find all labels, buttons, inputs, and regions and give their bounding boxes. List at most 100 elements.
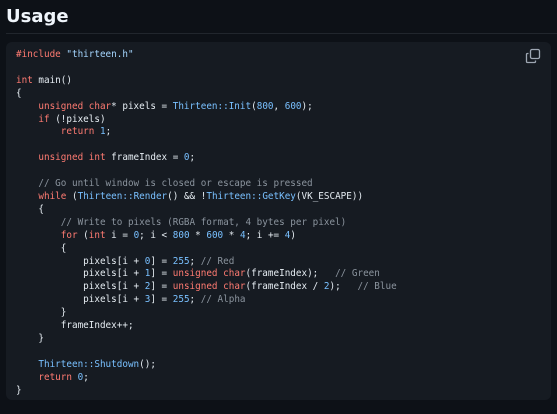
code-token: 600 — [206, 229, 224, 241]
copy-button[interactable] — [525, 48, 541, 64]
code-token: (VK_ESCAPE)) — [295, 190, 364, 202]
code-token: 800 — [172, 229, 190, 241]
code-token: frameIndex = — [111, 152, 184, 164]
code-token: int — [88, 229, 112, 241]
code-token: ; i < — [139, 229, 173, 241]
copy-icon — [525, 48, 541, 64]
code-line: return 1; — [16, 126, 111, 137]
code-token: // Go until window is closed or escape i… — [38, 178, 313, 190]
code-token: 255 — [172, 294, 190, 306]
code-token: frameIndex++; — [16, 320, 134, 332]
code-token: ; — [189, 152, 196, 164]
code-block: #include "thirteen.h" int main() { unsig… — [6, 42, 551, 400]
code-token: (frameIndex); — [245, 268, 336, 280]
code-line: { — [16, 88, 22, 99]
code-line: while (Thirteen::Render() && !Thirteen::… — [16, 191, 363, 202]
code-line: } — [16, 307, 67, 319]
code-token: Thirteen::Init — [172, 100, 252, 112]
code-token: * — [189, 229, 207, 241]
code-token: return — [60, 126, 100, 138]
section-title: Usage — [6, 6, 69, 27]
code-token: () && ! — [167, 190, 207, 202]
code-line: // Write to pixels (RGBA format, 4 bytes… — [16, 217, 346, 228]
code-line: pixels[i + 3] = 255; // Alpha — [16, 294, 246, 306]
code-token: ); — [329, 281, 358, 293]
code-token: ); — [301, 100, 313, 112]
code-token: pixels[i + — [16, 255, 145, 267]
code-token: unsigned — [172, 268, 224, 280]
code-token: ( — [66, 190, 78, 202]
code-token: char — [223, 268, 246, 280]
code-token: ] = — [150, 255, 173, 267]
code-token: for — [60, 229, 78, 241]
code-token: #include — [16, 49, 67, 60]
code-token: } — [16, 384, 22, 396]
code-token: Thirteen::Shutdown — [38, 358, 140, 370]
code-token: unsigned — [172, 281, 224, 293]
code-token: "thirteen.h" — [66, 49, 134, 60]
code-token: ) — [290, 229, 296, 241]
code-token: ] = — [150, 268, 173, 280]
code-line: pixels[i + 1] = unsigned char(frameIndex… — [16, 268, 380, 279]
code-line: pixels[i + 0] = 255; // Red — [16, 256, 234, 267]
code-token: { — [16, 203, 44, 215]
code-token: unsigned char — [38, 100, 112, 112]
code-token: } — [16, 332, 44, 344]
code-token: 600 — [284, 100, 302, 112]
code-token: } — [16, 307, 67, 319]
code-token: char — [223, 281, 246, 293]
code-line: for (int i = 0; i < 800 * 600 * 4; i += … — [16, 230, 296, 241]
code-line: if (!pixels) — [16, 113, 106, 125]
code-line: int main() — [16, 75, 72, 86]
code-line: } — [16, 333, 44, 344]
code-token: ; i += — [245, 229, 285, 241]
code-token: // Blue — [357, 281, 397, 293]
code-token: while — [38, 190, 67, 202]
code-line: unsigned char* pixels = Thirteen::Init(8… — [16, 100, 313, 112]
code-line: unsigned int frameIndex = 0; — [16, 152, 195, 163]
code-line: pixels[i + 2] = unsigned char(frameIndex… — [16, 281, 397, 292]
code-line: frameIndex++; — [16, 320, 134, 331]
code-line: #include "thirteen.h" — [16, 49, 134, 60]
code-token: pixels[i + — [16, 268, 145, 280]
code-token: (!pixels) — [49, 113, 106, 125]
code-token: ( — [77, 229, 89, 241]
code-content: #include "thirteen.h" int main() { unsig… — [16, 49, 397, 397]
code-token: main() — [38, 74, 72, 86]
code-token: ; — [189, 255, 201, 267]
code-token: (frameIndex / — [245, 281, 324, 293]
code-token: { — [16, 87, 22, 99]
code-token: * — [223, 229, 240, 241]
code-token: // Alpha — [200, 294, 246, 306]
code-token: , — [273, 100, 285, 112]
code-token: 255 — [172, 255, 190, 267]
code-token: pixels[i + — [16, 281, 145, 293]
code-line: Thirteen::Shutdown(); — [16, 359, 156, 370]
code-token: ] = — [150, 281, 173, 293]
code-token: int — [16, 74, 39, 86]
code-token: (); — [139, 358, 156, 370]
code-line: } — [16, 385, 22, 396]
code-token: Thirteen::Render — [77, 190, 168, 202]
code-token: ; — [105, 126, 112, 138]
code-token: // Write to pixels (RGBA format, 4 bytes… — [60, 216, 347, 228]
code-token: ; — [189, 294, 201, 306]
code-token: Thirteen::GetKey — [206, 190, 296, 202]
code-token: unsigned int — [38, 152, 112, 164]
code-token: pixels[i + — [16, 294, 145, 306]
code-line: { — [16, 204, 44, 215]
code-line: // Go until window is closed or escape i… — [16, 178, 313, 190]
code-token: // Red — [200, 255, 235, 267]
heading-divider — [6, 33, 557, 34]
code-token: 800 — [256, 100, 274, 112]
